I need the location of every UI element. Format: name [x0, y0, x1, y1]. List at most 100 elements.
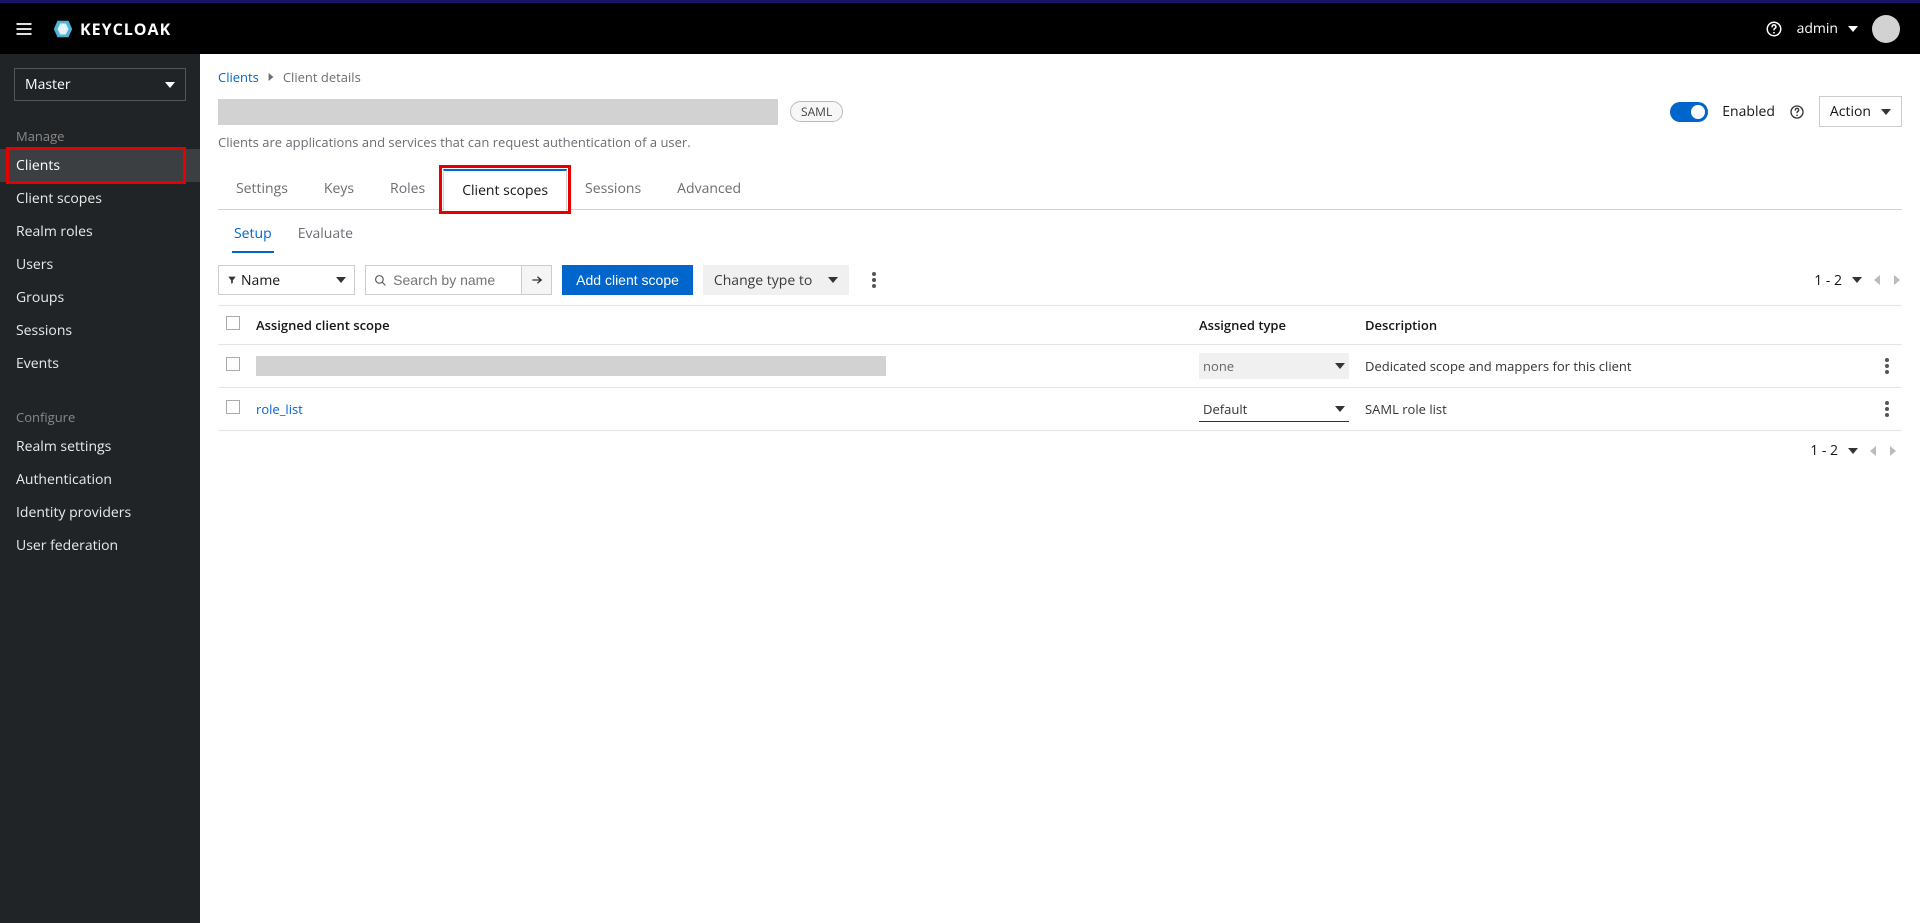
client-name-redacted — [218, 99, 778, 125]
enabled-label: Enabled — [1722, 102, 1775, 121]
kebab-icon — [872, 272, 876, 288]
search-icon — [374, 274, 387, 287]
breadcrumb-clients-link[interactable]: Clients — [218, 68, 259, 86]
caret-down-icon — [1848, 24, 1858, 34]
col-scope-header: Assigned client scope — [248, 306, 1191, 345]
add-client-scope-button[interactable]: Add client scope — [562, 265, 693, 295]
protocol-badge: SAML — [790, 101, 843, 122]
filter-icon — [227, 275, 237, 285]
action-label: Action — [1830, 102, 1871, 121]
caret-down-icon — [1335, 361, 1345, 371]
caret-down-icon — [1335, 404, 1345, 414]
kebab-icon — [1885, 358, 1889, 374]
user-menu[interactable]: admin — [1797, 19, 1858, 38]
pager-prev-icon[interactable] — [1872, 275, 1882, 285]
pager-range: 1 - 2 — [1814, 271, 1842, 290]
page-description: Clients are applications and services th… — [218, 133, 1902, 151]
row-actions-menu[interactable] — [1880, 356, 1894, 376]
assigned-type-select[interactable]: Default — [1199, 396, 1349, 422]
sidebar-item-user-federation[interactable]: User federation — [0, 529, 200, 562]
client-scopes-subtabs: Setup Evaluate — [218, 216, 1902, 253]
realm-selector[interactable]: Master — [14, 68, 186, 101]
col-type-header: Assigned type — [1191, 306, 1357, 345]
sidebar-item-events[interactable]: Events — [0, 347, 200, 380]
tab-roles[interactable]: Roles — [372, 169, 443, 209]
pager-bottom: 1 - 2 — [218, 431, 1902, 470]
caret-down-icon[interactable] — [1848, 446, 1858, 456]
arrow-right-icon — [530, 273, 544, 287]
sidebar-item-label: Users — [16, 255, 53, 274]
avatar[interactable] — [1872, 15, 1900, 43]
sidebar-item-groups[interactable]: Groups — [0, 281, 200, 314]
assigned-type-select: none — [1199, 353, 1349, 379]
hamburger-menu[interactable] — [10, 15, 38, 43]
tab-sessions[interactable]: Sessions — [567, 169, 659, 209]
caret-down-icon[interactable] — [1852, 275, 1862, 285]
tab-client-scopes[interactable]: Client scopes — [443, 169, 567, 210]
tab-label: Evaluate — [298, 224, 353, 243]
tab-settings[interactable]: Settings — [218, 169, 306, 209]
pager-top: 1 - 2 — [1814, 271, 1902, 290]
change-type-dropdown[interactable]: Change type to — [703, 265, 849, 295]
sidebar-item-sessions[interactable]: Sessions — [0, 314, 200, 347]
action-dropdown[interactable]: Action — [1819, 96, 1902, 127]
nav-section-manage: Manage — [0, 119, 200, 149]
row-checkbox[interactable] — [226, 357, 240, 371]
table-row: none Dedicated scope and mappers for this… — [218, 345, 1902, 388]
pager-next-icon[interactable] — [1888, 446, 1898, 456]
sidebar-item-label: Realm settings — [16, 437, 111, 456]
pager-prev-icon[interactable] — [1868, 446, 1878, 456]
sidebar-item-clients[interactable]: Clients — [0, 149, 200, 182]
tab-keys[interactable]: Keys — [306, 169, 372, 209]
help-icon[interactable] — [1765, 20, 1783, 38]
tab-label: Roles — [390, 179, 425, 198]
caret-down-icon — [1881, 107, 1891, 117]
keycloak-logo-icon — [52, 18, 74, 40]
row-checkbox[interactable] — [226, 400, 240, 414]
assigned-type-value: Default — [1203, 400, 1247, 418]
sidebar-item-label: Realm roles — [16, 222, 93, 241]
search-go-button[interactable] — [522, 265, 552, 295]
caret-down-icon — [828, 275, 838, 285]
pager-next-icon[interactable] — [1892, 275, 1902, 285]
filter-field-select[interactable]: Name — [218, 265, 355, 295]
tab-label: Setup — [234, 224, 272, 243]
sidebar-item-label: Groups — [16, 288, 64, 307]
sidebar-item-client-scopes[interactable]: Client scopes — [0, 182, 200, 215]
enabled-toggle[interactable] — [1670, 102, 1708, 122]
tab-advanced[interactable]: Advanced — [659, 169, 759, 209]
main-content: Clients Client details SAML Enabled Acti… — [200, 54, 1920, 923]
hamburger-icon — [14, 19, 34, 39]
select-all-checkbox[interactable] — [226, 316, 240, 330]
search-input[interactable] — [393, 272, 513, 288]
row-actions-menu[interactable] — [1880, 399, 1894, 419]
help-icon[interactable] — [1789, 104, 1805, 120]
scope-name-redacted — [256, 356, 886, 376]
filter-field-label: Name — [241, 271, 280, 290]
sidebar-item-realm-settings[interactable]: Realm settings — [0, 430, 200, 463]
tab-label: Advanced — [677, 179, 741, 198]
caret-down-icon — [165, 80, 175, 90]
subtab-setup[interactable]: Setup — [232, 216, 274, 253]
breadcrumb: Clients Client details — [218, 68, 1902, 86]
sidebar-item-label: Events — [16, 354, 59, 373]
search-box — [365, 265, 522, 295]
realm-name: Master — [25, 75, 71, 94]
tab-label: Settings — [236, 179, 288, 198]
sidebar-item-authentication[interactable]: Authentication — [0, 463, 200, 496]
sidebar-item-label: Authentication — [16, 470, 112, 489]
subtab-evaluate[interactable]: Evaluate — [296, 216, 355, 253]
brand[interactable]: KEYCLOAK — [52, 18, 171, 40]
sidebar-item-users[interactable]: Users — [0, 248, 200, 281]
scope-description: Dedicated scope and mappers for this cli… — [1357, 345, 1864, 388]
tab-label: Client scopes — [462, 181, 548, 200]
breadcrumb-current: Client details — [283, 68, 361, 86]
chevron-right-icon — [267, 73, 275, 81]
sidebar: Master Manage Clients Client scopes Real… — [0, 54, 200, 923]
scope-link[interactable]: role_list — [256, 400, 303, 418]
sidebar-item-label: Client scopes — [16, 189, 102, 208]
sidebar-item-identity-providers[interactable]: Identity providers — [0, 496, 200, 529]
col-desc-header: Description — [1357, 306, 1864, 345]
toolbar-overflow-menu[interactable] — [867, 270, 881, 290]
sidebar-item-realm-roles[interactable]: Realm roles — [0, 215, 200, 248]
